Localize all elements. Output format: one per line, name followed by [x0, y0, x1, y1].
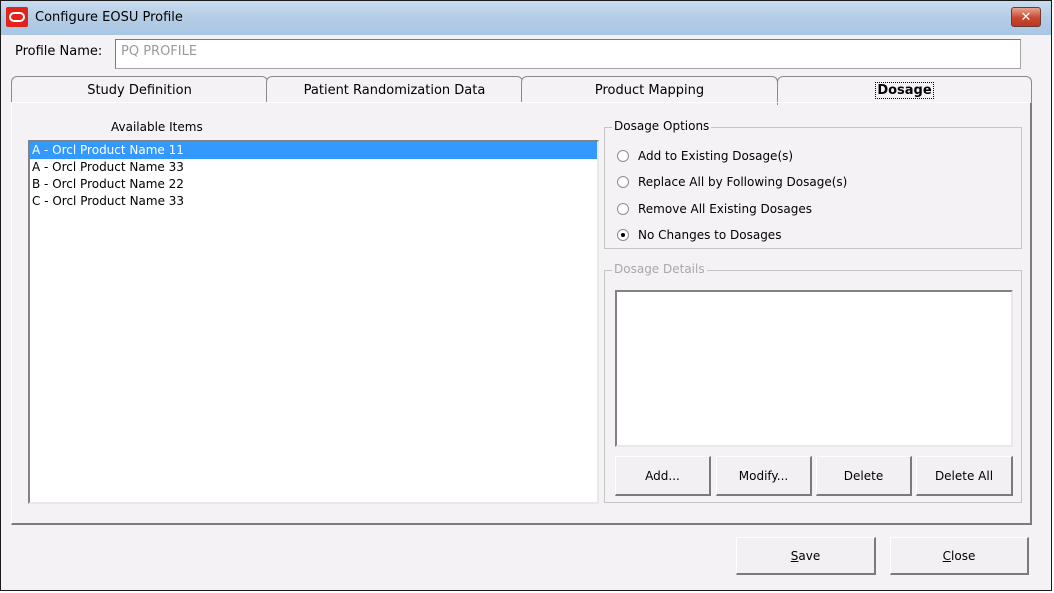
- close-button[interactable]: Close: [890, 537, 1029, 575]
- list-item[interactable]: B - Orcl Product Name 22: [30, 176, 597, 193]
- tab-label: Patient Randomization Data: [303, 83, 486, 98]
- modify-dosage-button[interactable]: Modify...: [716, 456, 812, 496]
- dosage-options-group: Dosage Options Add to Existing Dosage(s)…: [604, 119, 1022, 249]
- profile-name-label: Profile Name:: [15, 44, 103, 59]
- list-item[interactable]: A - Orcl Product Name 11: [30, 142, 597, 159]
- close-mnemonic: C: [942, 548, 952, 563]
- configure-eosu-profile-dialog: Configure EOSU Profile ✕ Profile Name: P…: [0, 0, 1052, 591]
- radio-add-to-existing[interactable]: Add to Existing Dosage(s): [617, 147, 793, 165]
- radio-label: Remove All Existing Dosages: [638, 202, 812, 216]
- close-window-button[interactable]: ✕: [1011, 7, 1041, 27]
- dosage-details-legend: Dosage Details: [612, 262, 707, 276]
- window-title: Configure EOSU Profile: [35, 10, 183, 25]
- tab-label: Product Mapping: [594, 83, 705, 98]
- tab-dosage[interactable]: Dosage: [777, 76, 1032, 105]
- list-item[interactable]: C - Orcl Product Name 33: [30, 193, 597, 210]
- radio-unchecked-icon[interactable]: [617, 150, 629, 162]
- dosage-details-list[interactable]: [615, 290, 1013, 447]
- tab-study-definition[interactable]: Study Definition: [11, 76, 268, 103]
- close-label: lose: [951, 548, 976, 563]
- dosage-options-legend: Dosage Options: [612, 119, 712, 133]
- radio-label: No Changes to Dosages: [638, 228, 782, 242]
- list-item[interactable]: A - Orcl Product Name 33: [30, 159, 597, 176]
- tab-patient-randomization-data[interactable]: Patient Randomization Data: [266, 76, 523, 103]
- add-dosage-button[interactable]: Add...: [615, 456, 711, 496]
- radio-label: Add to Existing Dosage(s): [638, 149, 794, 163]
- radio-no-changes[interactable]: No Changes to Dosages: [617, 226, 781, 244]
- save-button[interactable]: Save: [736, 537, 876, 575]
- dosage-details-group: Dosage Details Add... Modify... Delete D…: [604, 262, 1022, 503]
- tab-label: Dosage: [875, 82, 934, 99]
- close-icon: ✕: [1020, 10, 1032, 25]
- tab-product-mapping[interactable]: Product Mapping: [521, 76, 778, 103]
- save-label: ave: [798, 548, 821, 563]
- profile-name-input[interactable]: PQ PROFILE: [115, 39, 1021, 69]
- delete-dosage-button[interactable]: Delete: [816, 456, 912, 496]
- radio-checked-icon[interactable]: [617, 229, 629, 241]
- available-items-list[interactable]: A - Orcl Product Name 11 A - Orcl Produc…: [28, 140, 599, 504]
- radio-replace-all[interactable]: Replace All by Following Dosage(s): [617, 173, 847, 191]
- radio-unchecked-icon[interactable]: [617, 176, 629, 188]
- radio-unchecked-icon[interactable]: [617, 203, 629, 215]
- radio-label: Replace All by Following Dosage(s): [638, 175, 848, 189]
- title-bar: Configure EOSU Profile ✕: [1, 1, 1051, 35]
- tab-bar: Study Definition Patient Randomization D…: [11, 76, 1032, 105]
- radio-remove-all[interactable]: Remove All Existing Dosages: [617, 200, 812, 218]
- delete-all-dosages-button[interactable]: Delete All: [916, 456, 1013, 496]
- oracle-logo-icon: [6, 7, 28, 27]
- available-items-label: Available Items: [111, 120, 203, 134]
- tab-label: Study Definition: [87, 83, 192, 98]
